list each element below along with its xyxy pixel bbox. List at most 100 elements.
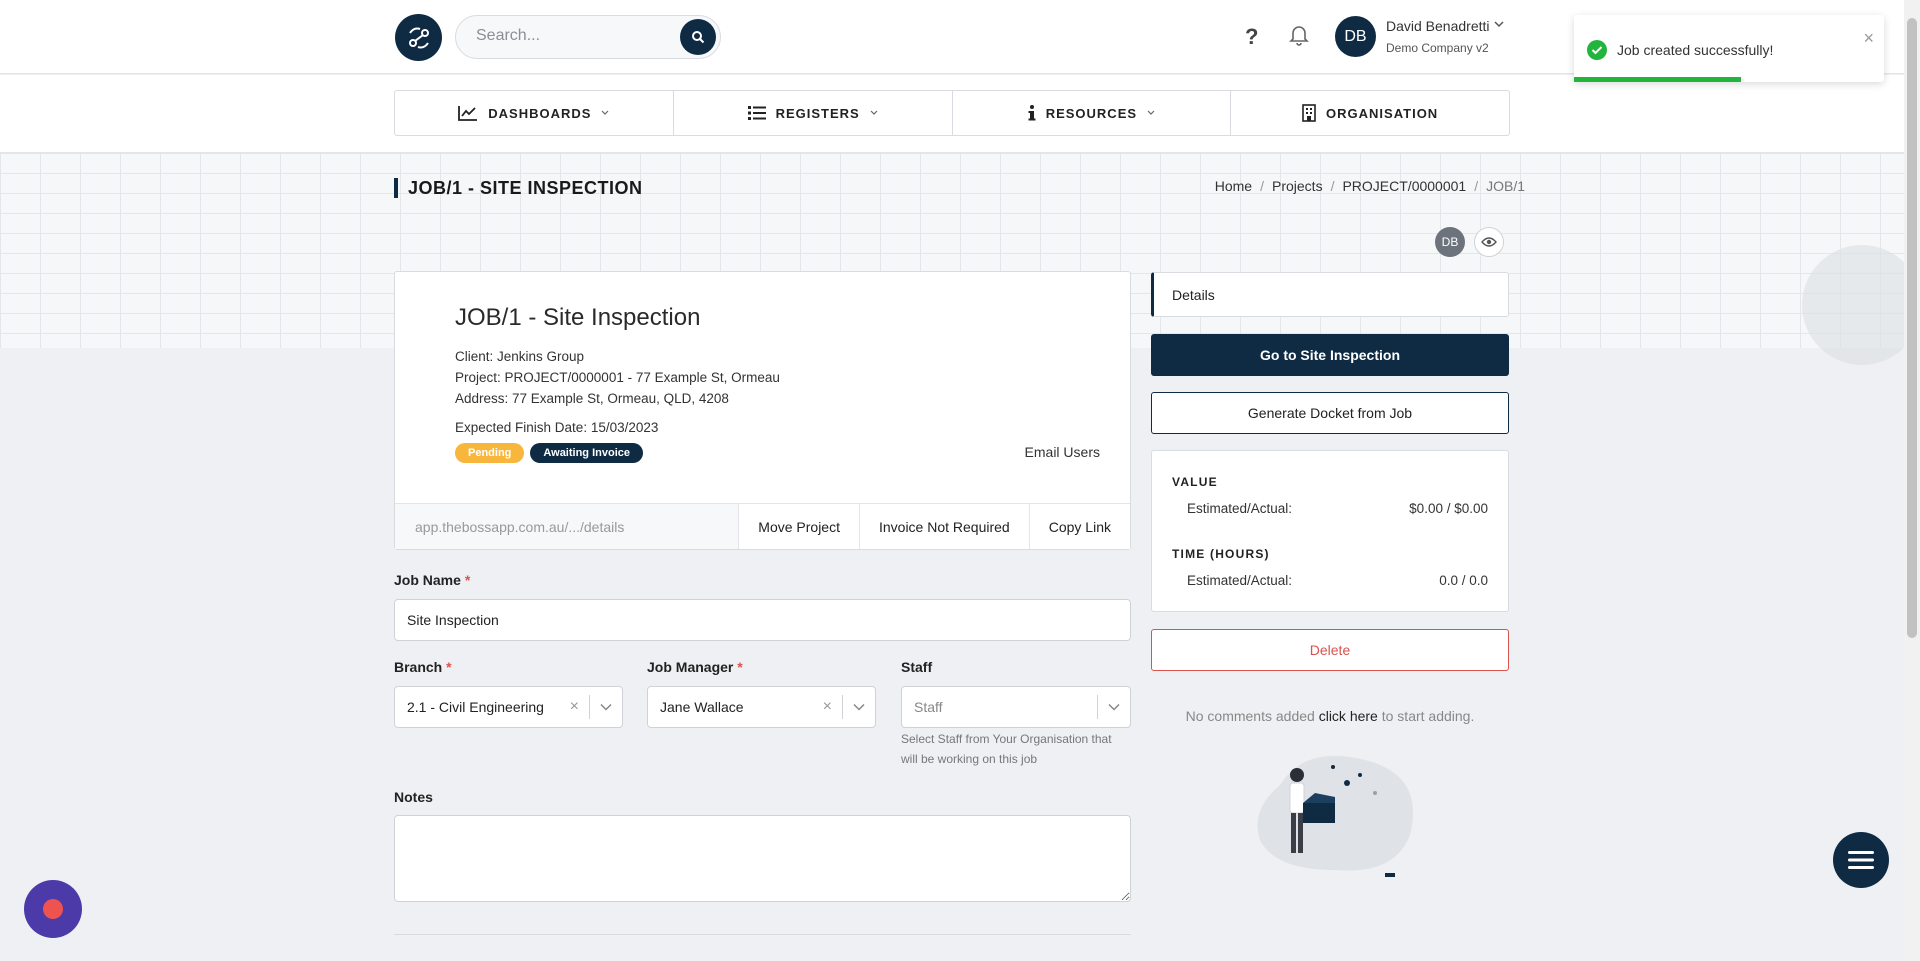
- chevron-down-icon[interactable]: [1108, 703, 1120, 711]
- watch-button[interactable]: [1474, 227, 1504, 257]
- job-name-input[interactable]: Site Inspection: [394, 599, 1131, 641]
- select-divider: [1097, 695, 1098, 719]
- branch-label-text: Branch: [394, 659, 443, 675]
- required-mark: *: [446, 659, 452, 675]
- value-amount: $0.00 / $0.00: [1409, 501, 1488, 516]
- viewer-avatar[interactable]: DB: [1435, 227, 1465, 257]
- logo-icon: [408, 27, 429, 48]
- job-manager-select[interactable]: Jane Wallace ×: [647, 686, 876, 728]
- status-badge-awaiting-invoice: Awaiting Invoice: [530, 443, 643, 463]
- job-manager-label: Job Manager *: [647, 659, 743, 675]
- branch-value: 2.1 - Civil Engineering: [407, 699, 544, 715]
- clear-icon[interactable]: ×: [823, 698, 832, 716]
- job-manager-label-text: Job Manager: [647, 659, 734, 675]
- nav-dashboards[interactable]: DASHBOARDS: [395, 91, 674, 135]
- job-address: Address: 77 Example St, Ormeau, QLD, 420…: [455, 391, 729, 406]
- time-amount: 0.0 / 0.0: [1439, 573, 1488, 588]
- page-scrollbar[interactable]: [1904, 0, 1920, 961]
- nav-resources-label: RESOURCES: [1045, 105, 1138, 121]
- search-box: [455, 15, 721, 59]
- job-manager-value: Jane Wallace: [660, 699, 744, 715]
- info-icon: [1028, 105, 1036, 121]
- building-icon: [1302, 104, 1316, 122]
- nav-organisation[interactable]: ORGANISATION: [1231, 91, 1509, 135]
- value-row: Estimated/Actual: $0.00 / $0.00: [1187, 501, 1488, 516]
- scrollbar-thumb[interactable]: [1907, 18, 1917, 638]
- user-avatar[interactable]: DB: [1335, 16, 1376, 57]
- toast-message: Job created successfully!: [1617, 42, 1774, 58]
- go-to-site-inspection-button[interactable]: Go to Site Inspection: [1151, 334, 1509, 376]
- job-stats-panel: VALUE Estimated/Actual: $0.00 / $0.00 TI…: [1151, 450, 1509, 612]
- breadcrumb-separator: /: [1330, 178, 1335, 194]
- notification-bell-icon[interactable]: [1289, 24, 1309, 51]
- tab-details[interactable]: Details: [1151, 272, 1509, 317]
- select-divider: [589, 695, 590, 719]
- chevron-down-icon[interactable]: [600, 703, 612, 711]
- job-finish-date: Expected Finish Date: 15/03/2023: [455, 420, 659, 435]
- job-link-text: app.thebossapp.com.au/.../details: [415, 518, 625, 535]
- page-title: JOB/1 - SITE INSPECTION: [394, 178, 643, 198]
- chevron-down-icon: [870, 110, 878, 115]
- record-dot-icon: [43, 899, 63, 919]
- job-card-footer: app.thebossapp.com.au/.../details Move P…: [395, 503, 1130, 549]
- record-button[interactable]: [24, 880, 82, 938]
- invoice-not-required-button[interactable]: Invoice Not Required: [858, 504, 1029, 549]
- nav-registers[interactable]: REGISTERS: [674, 91, 953, 135]
- job-summary-card: JOB/1 - Site Inspection Client: Jenkins …: [394, 271, 1131, 550]
- staff-placeholder: Staff: [914, 699, 943, 715]
- breadcrumb: Home / Projects / PROJECT/0000001 / JOB/…: [1215, 178, 1525, 194]
- breadcrumb-home[interactable]: Home: [1215, 178, 1252, 194]
- status-badge-pending: Pending: [455, 443, 525, 463]
- notes-label: Notes: [394, 789, 433, 805]
- success-toast: Job created successfully! ×: [1574, 15, 1884, 82]
- add-comment-link[interactable]: click here: [1319, 708, 1378, 724]
- delete-button[interactable]: Delete: [1151, 629, 1509, 671]
- time-heading: TIME (HOURS): [1172, 547, 1270, 561]
- job-name-label-text: Job Name: [394, 572, 461, 588]
- staff-help-text: Select Staff from Your Organisation that…: [901, 732, 1112, 766]
- hamburger-menu-icon: [1848, 851, 1874, 869]
- generate-docket-button[interactable]: Generate Docket from Job: [1151, 392, 1509, 434]
- eye-icon: [1481, 237, 1497, 247]
- clear-icon[interactable]: ×: [570, 698, 579, 716]
- breadcrumb-project[interactable]: PROJECT/0000001: [1342, 178, 1466, 194]
- breadcrumb-current: JOB/1: [1486, 178, 1525, 194]
- job-badges: Pending Awaiting Invoice: [455, 443, 643, 463]
- user-name[interactable]: David Benadretti: [1386, 18, 1490, 34]
- check-circle-icon: [1587, 40, 1607, 60]
- chevron-down-icon[interactable]: [853, 703, 865, 711]
- help-icon[interactable]: ?: [1245, 24, 1258, 50]
- comments-prefix: No comments added: [1185, 708, 1315, 724]
- branch-select[interactable]: 2.1 - Civil Engineering ×: [394, 686, 623, 728]
- job-name-value: Site Inspection: [407, 612, 499, 628]
- nav-dashboards-label: DASHBOARDS: [488, 105, 592, 121]
- value-label: Estimated/Actual:: [1187, 501, 1293, 516]
- app-logo[interactable]: [395, 14, 442, 61]
- nav-group: DASHBOARDS REGISTERS RESOURCES ORGANISAT…: [394, 90, 1510, 136]
- search-input[interactable]: [476, 27, 666, 45]
- time-label: Estimated/Actual:: [1187, 573, 1293, 588]
- copy-link-button[interactable]: Copy Link: [1028, 504, 1130, 549]
- breadcrumb-separator: /: [1474, 178, 1479, 194]
- job-project: Project: PROJECT/0000001 - 77 Example St…: [455, 370, 780, 385]
- list-icon: [747, 106, 766, 120]
- breadcrumb-separator: /: [1260, 178, 1264, 194]
- branch-label: Branch *: [394, 659, 452, 675]
- nav-resources[interactable]: RESOURCES: [953, 91, 1232, 135]
- nav-registers-label: REGISTERS: [775, 105, 860, 121]
- chart-line-icon: [458, 106, 478, 121]
- value-heading: VALUE: [1172, 475, 1218, 489]
- email-users-link[interactable]: Email Users: [1025, 444, 1100, 460]
- empty-box-illustration: [1257, 755, 1413, 877]
- breadcrumb-projects[interactable]: Projects: [1272, 178, 1323, 194]
- staff-select[interactable]: Staff: [901, 686, 1131, 728]
- search-button[interactable]: [680, 19, 716, 55]
- comments-suffix: to start adding.: [1381, 708, 1475, 724]
- chevron-down-icon: [602, 110, 609, 115]
- menu-fab-button[interactable]: [1833, 832, 1889, 888]
- close-icon[interactable]: ×: [1863, 28, 1874, 49]
- chevron-down-icon[interactable]: [1494, 20, 1504, 28]
- move-project-button[interactable]: Move Project: [738, 504, 859, 549]
- chevron-down-icon: [1147, 110, 1155, 115]
- notes-textarea[interactable]: [394, 815, 1131, 902]
